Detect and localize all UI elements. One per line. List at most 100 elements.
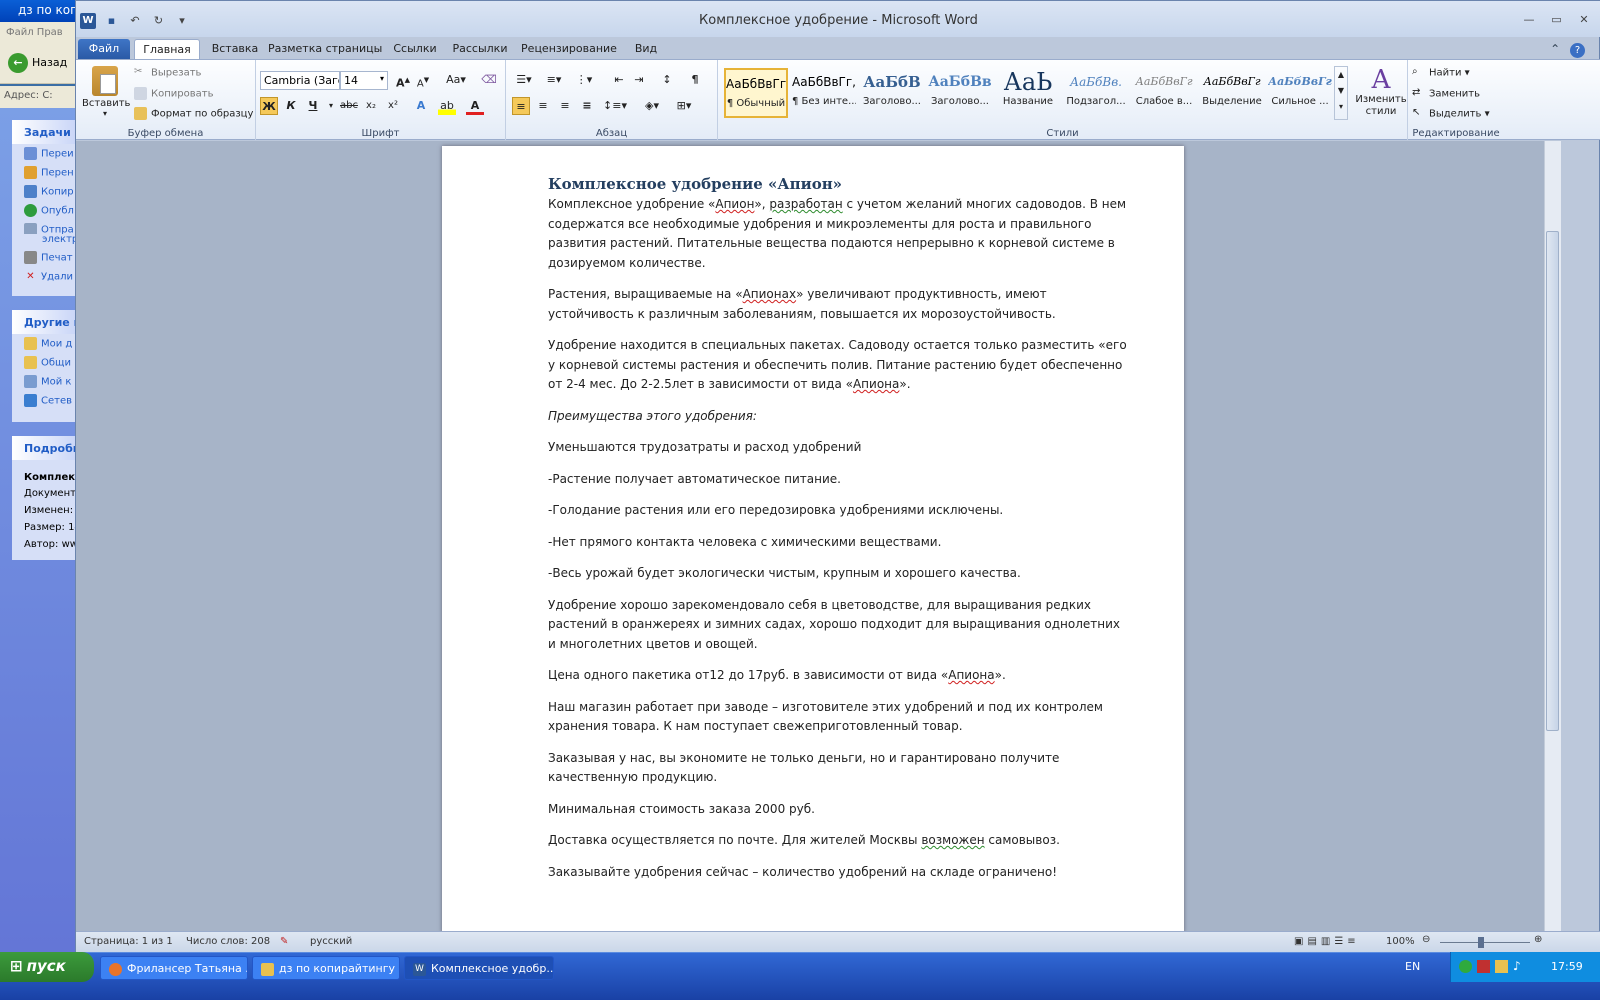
task-copy[interactable]: Копир [12,182,80,201]
tab-mailings[interactable]: Рассылки [448,39,512,59]
task-publish[interactable]: Опубл [12,201,80,220]
change-styles-button[interactable]: A Изменить стили [1354,66,1408,118]
word-count[interactable]: Число слов: 208 [186,936,270,947]
style-subtitle[interactable]: АаБбВв. Подзагол... [1064,68,1128,118]
close-icon[interactable]: ✕ [1575,13,1593,27]
zoom-in-icon[interactable]: ⊕ [1534,934,1542,945]
start-button[interactable]: ⊞ пуск [0,952,94,982]
zoom-out-icon[interactable]: ⊖ [1422,934,1430,945]
zoom-slider-thumb[interactable] [1478,937,1484,948]
other-shared[interactable]: Общи [12,353,80,372]
page-count[interactable]: Страница: 1 из 1 [84,936,173,947]
show-marks-icon[interactable]: ¶ [686,71,704,89]
tab-view[interactable]: Вид [626,39,666,59]
redo-icon[interactable]: ↻ [151,13,167,29]
task-send-line2[interactable]: электр [12,234,80,248]
multilevel-list-icon[interactable]: ⋮▾ [572,71,596,89]
clear-format-icon[interactable]: ⌫ [480,71,498,89]
numbering-icon[interactable]: ≡▾ [542,71,566,89]
tasks-panel-header[interactable]: Задачи д [12,120,80,144]
title-bar[interactable]: Комплексное удобрение - Microsoft Word W… [76,1,1600,37]
find-button[interactable]: ⌕ Найти ▾ [1412,66,1470,79]
font-color-icon[interactable]: A [466,97,484,115]
highlight-icon[interactable]: ab [438,97,456,115]
document-body[interactable]: Комплексное удобрение «Апион» Комплексно… [548,174,1128,894]
tab-review[interactable]: Рецензирование [516,39,622,59]
task-print[interactable]: Печат [12,248,80,267]
underline-button[interactable]: Ч [304,97,322,115]
proofing-icon[interactable]: ✎ [280,936,288,947]
replace-button[interactable]: ⇄ Заменить [1412,87,1480,100]
collapse-ribbon-icon[interactable]: ⌃ [1550,42,1560,56]
sort-icon[interactable]: ↕ [658,71,676,89]
task-word[interactable]: W Комплексное удобр... [404,956,554,980]
customize-qat-icon[interactable]: ▾ [174,13,190,29]
tab-file[interactable]: Файл [78,39,130,59]
other-places-header[interactable]: Другие м [12,310,80,334]
language-indicator[interactable]: русский [310,936,352,947]
style-subtle-emphasis[interactable]: АаБбВвГг Слабое в... [1132,68,1196,118]
tab-references[interactable]: Ссылки [386,39,444,59]
tab-insert[interactable]: Вставка [204,39,266,59]
tray-folder-icon[interactable] [1495,960,1508,973]
clock[interactable]: 17:59 [1551,960,1583,973]
change-case-icon[interactable]: Aa▾ [444,71,468,89]
back-button[interactable]: ← Назад [8,53,67,73]
font-size-combo[interactable]: 14 ▾ [340,71,388,90]
other-network[interactable]: Сетев [12,391,80,410]
style-heading-2[interactable]: АаБбВв Заголово... [928,68,992,118]
bold-button[interactable]: Ж [260,97,278,115]
italic-button[interactable]: К [282,97,300,115]
cut-button[interactable]: ✂ Вырезать [134,66,201,79]
decrease-indent-icon[interactable]: ⇤ [610,71,628,89]
text-effects-icon[interactable]: A [412,97,430,115]
paste-button[interactable]: Вставить ▾ [82,66,130,118]
zoom-slider-track[interactable] [1440,942,1530,943]
align-right-icon[interactable]: ≡ [556,97,574,115]
select-button[interactable]: ↖ Выделить ▾ [1412,107,1490,120]
explorer-menubar[interactable]: Файл Прав [0,22,80,44]
language-bar[interactable]: EN [1405,960,1420,973]
style-heading-1[interactable]: АаБбВ Заголово... [860,68,924,118]
justify-icon[interactable]: ≡ [578,97,596,115]
align-center-icon[interactable]: ≡ [534,97,552,115]
volume-icon[interactable]: ♪ [1513,959,1521,973]
save-icon[interactable]: ▪ [104,13,120,29]
minimize-icon[interactable]: — [1520,13,1538,27]
scroll-thumb[interactable] [1546,231,1559,731]
zoom-level[interactable]: 100% [1386,936,1415,947]
font-name-combo[interactable]: Cambria (Заго [260,71,340,90]
maximize-icon[interactable]: ▭ [1548,13,1566,27]
task-send[interactable]: Отпра [12,220,80,234]
document-page[interactable]: Комплексное удобрение «Апион» Комплексно… [442,146,1184,933]
undo-icon[interactable]: ↶ [127,13,143,29]
strikethrough-icon[interactable]: abc [338,97,360,115]
tab-home[interactable]: Главная [134,39,200,59]
details-header[interactable]: Подробн [12,436,80,460]
line-spacing-icon[interactable]: ↕≡▾ [602,97,628,115]
tray-app-icon[interactable] [1459,960,1472,973]
style-title[interactable]: АаЬ Название [996,68,1060,118]
other-my-computer[interactable]: Мой к [12,372,80,391]
tab-page-layout[interactable]: Разметка страницы [268,39,382,59]
format-painter-button[interactable]: Формат по образцу [134,107,253,120]
bullets-icon[interactable]: ☰▾ [512,71,536,89]
style-normal[interactable]: АаБбВвГг, ¶ Обычный [724,68,788,118]
address-bar[interactable]: Адрес: C: [0,86,80,108]
align-left-icon[interactable]: ≡ [512,97,530,115]
task-folder[interactable]: дз по копирайтингу [252,956,400,980]
word-logo-icon[interactable]: W [80,13,96,29]
task-firefox[interactable]: Фрилансер Татьяна ... [100,956,248,980]
styles-gallery-scroll[interactable]: ▲ ▼ ▾ [1334,66,1348,120]
style-intense-emphasis[interactable]: АаБбВвГг Сильное ... [1268,68,1332,118]
subscript-icon[interactable]: x₂ [362,97,380,115]
task-rename[interactable]: Переи [12,144,80,163]
superscript-icon[interactable]: x² [384,97,402,115]
shrink-font-icon[interactable]: A▼ [414,71,432,89]
help-icon[interactable]: ? [1570,43,1585,58]
borders-icon[interactable]: ⊞▾ [672,97,696,115]
shading-icon[interactable]: ◈▾ [640,97,664,115]
grow-font-icon[interactable]: A▲ [394,71,412,90]
task-delete[interactable]: ✕ Удали [12,267,80,286]
style-emphasis[interactable]: АаБбВвГг Выделение [1200,68,1264,118]
